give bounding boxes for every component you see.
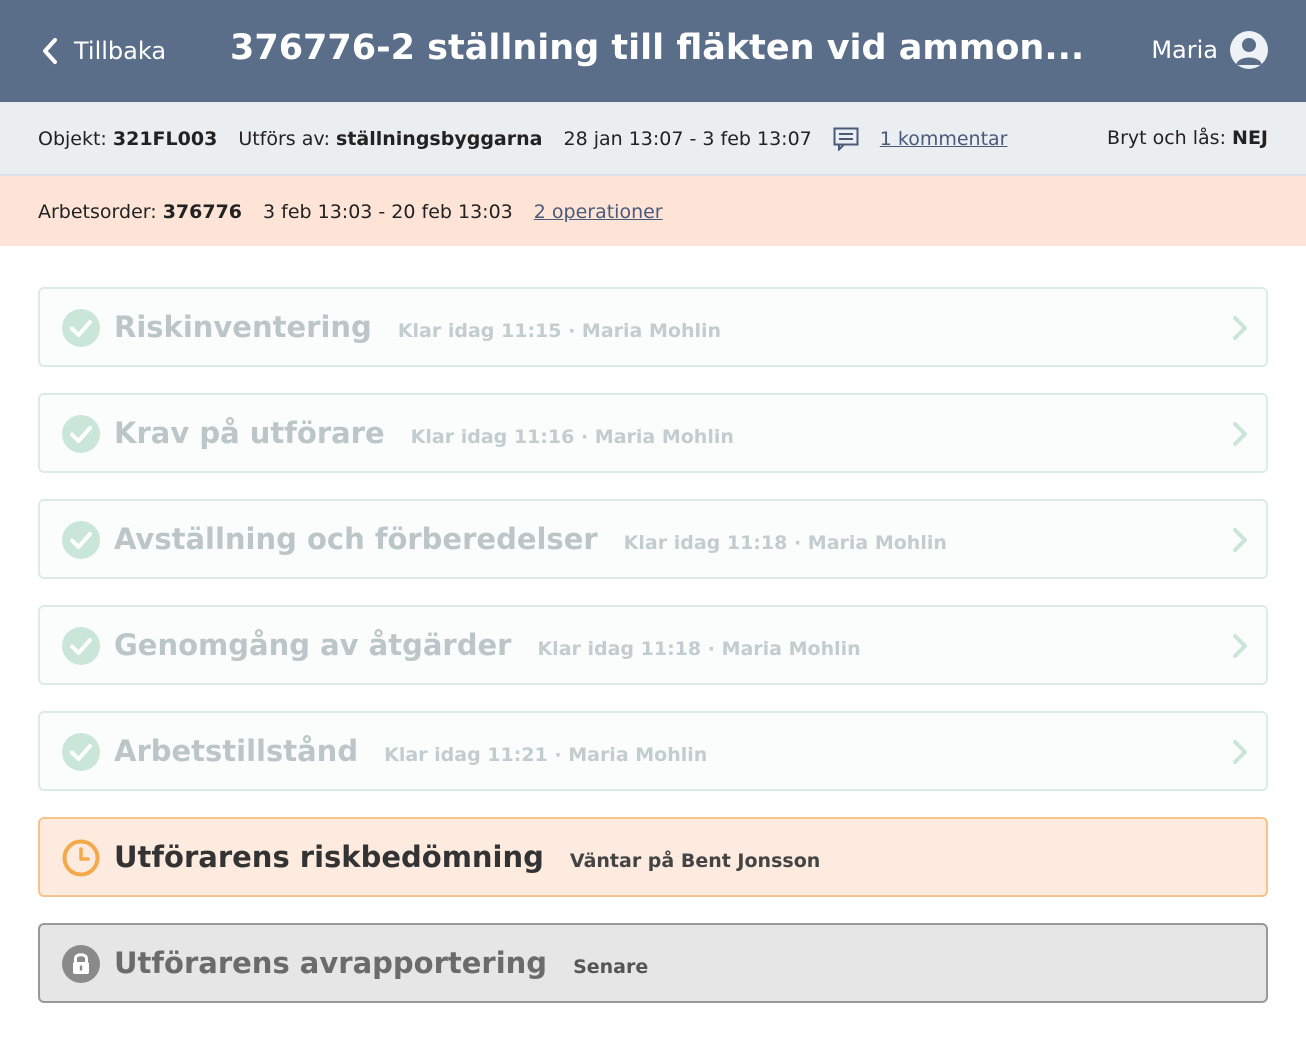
performed-by-value: ställningsbyggarna (336, 128, 543, 150)
check-circle-icon (62, 733, 100, 771)
check-circle-icon (62, 415, 100, 453)
object-value: 321FL003 (112, 128, 218, 150)
step-status: Klar idag 11:15 · Maria Mohlin (397, 320, 722, 342)
step-title-text: Genomgång av åtgärder (114, 628, 512, 662)
step-title: Utförarens avrapportering Senare (114, 946, 648, 980)
object-field: Objekt: 321FL003 (38, 128, 217, 150)
performed-by-field: Utförs av: ställningsbyggarna (238, 128, 542, 150)
chevron-right-icon (1232, 421, 1248, 451)
comments-link[interactable]: 1 kommentar (880, 128, 1008, 150)
step-status: Klar idag 11:18 · Maria Mohlin (537, 638, 861, 660)
step-title: Utförarens riskbedömning Väntar på Bent J… (114, 840, 820, 874)
step-title-text: Utförarens riskbedömning (114, 840, 544, 874)
step-avstallning[interactable]: Avställning och förberedelser Klar idag 1… (38, 499, 1268, 579)
step-status: Senare (573, 956, 649, 978)
step-status: Klar idag 11:18 · Maria Mohlin (623, 532, 947, 554)
step-title-text: Krav på utförare (114, 416, 385, 450)
page-title: 376776-2 ställning till fläkten vid ammo… (230, 28, 1085, 68)
work-order-value: 376776 (162, 201, 243, 223)
step-status: Klar idag 11:16 · Maria Mohlin (410, 426, 734, 448)
step-status: Väntar på Bent Jonsson (569, 850, 821, 872)
user-avatar-icon (1230, 31, 1268, 69)
clock-icon (62, 839, 100, 877)
chevron-right-icon (1232, 739, 1248, 769)
object-label: Objekt: (38, 128, 107, 150)
step-status: Klar idag 11:21 · Maria Mohlin (384, 744, 708, 766)
check-circle-icon (62, 309, 100, 347)
step-list: Riskinventering Klar idag 11:15 · Maria M… (38, 287, 1268, 1029)
step-title-text: Utförarens avrapportering (114, 946, 548, 980)
step-title-text: Avställning och förberedelser (114, 522, 598, 556)
work-order-period: 3 feb 13:03 - 20 feb 13:03 (263, 201, 513, 223)
work-order-field: Arbetsorder: 376776 (38, 201, 242, 223)
lockout-label: Bryt och lås: (1107, 127, 1226, 149)
back-button[interactable]: Tillbaka (40, 30, 166, 72)
step-title: Genomgång av åtgärder Klar idag 11:18 · M… (114, 628, 861, 662)
step-title-text: Arbetstillstånd (114, 734, 359, 768)
step-riskinventering[interactable]: Riskinventering Klar idag 11:15 · Maria M… (38, 287, 1268, 367)
top-bar: Tillbaka 376776-2 ställning till fläkten… (0, 0, 1306, 102)
comment-icon (833, 127, 859, 151)
step-title: Avställning och förberedelser Klar idag 1… (114, 522, 947, 556)
lock-icon (62, 945, 100, 983)
chevron-right-icon (1232, 527, 1248, 557)
step-title: Riskinventering Klar idag 11:15 · Maria M… (114, 310, 721, 344)
user-name: Maria (1151, 36, 1218, 64)
lockout-value: NEJ (1232, 127, 1268, 149)
object-info-bar: Objekt: 321FL003 Utförs av: ställningsby… (0, 102, 1306, 176)
step-genomgang[interactable]: Genomgång av åtgärder Klar idag 11:18 · M… (38, 605, 1268, 685)
step-utforarens-riskbedomning[interactable]: Utförarens riskbedömning Väntar på Bent J… (38, 817, 1268, 897)
chevron-left-icon (40, 37, 60, 65)
lockout-status: Bryt och lås: NEJ (1107, 127, 1268, 149)
performed-by-label: Utförs av: (238, 128, 330, 150)
work-order-label: Arbetsorder: (38, 201, 157, 223)
check-circle-icon (62, 627, 100, 665)
check-circle-icon (62, 521, 100, 559)
user-menu[interactable]: Maria (1151, 31, 1268, 69)
chevron-right-icon (1232, 633, 1248, 663)
step-title: Krav på utförare Klar idag 11:16 · Maria … (114, 416, 734, 450)
work-order-bar: Arbetsorder: 376776 3 feb 13:03 - 20 feb… (0, 176, 1306, 246)
step-title-text: Riskinventering (114, 310, 372, 344)
operations-link[interactable]: 2 operationer (534, 201, 663, 223)
step-utforarens-avrapportering: Utförarens avrapportering Senare (38, 923, 1268, 1003)
step-krav-pa-utforare[interactable]: Krav på utförare Klar idag 11:16 · Maria … (38, 393, 1268, 473)
chevron-right-icon (1232, 315, 1248, 345)
step-title: Arbetstillstånd Klar idag 11:21 · Maria M… (114, 734, 707, 768)
back-label: Tillbaka (74, 37, 167, 65)
step-arbetstillstand[interactable]: Arbetstillstånd Klar idag 11:21 · Maria M… (38, 711, 1268, 791)
permit-period: 28 jan 13:07 - 3 feb 13:07 (563, 128, 812, 150)
